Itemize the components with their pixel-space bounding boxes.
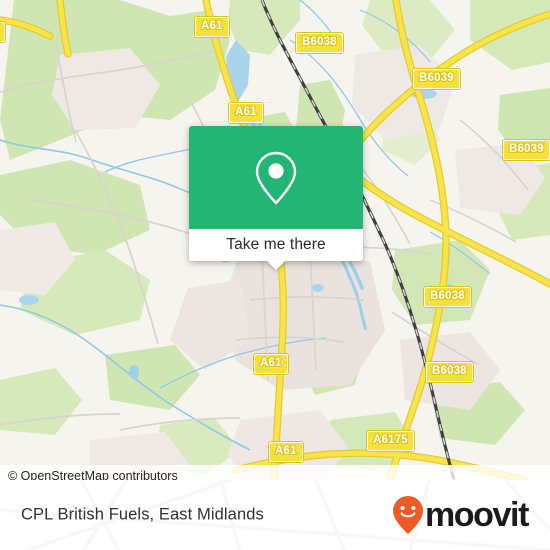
footer-bar: CPL British Fuels, East Midlands moovit [0,480,550,550]
road-shield-b6038: B6038 [425,361,474,383]
road-shield-a61: A61 [268,441,304,463]
openstreetmap-attribution[interactable]: © OpenStreetMap contributors [0,469,178,480]
poi-card-action-bar[interactable]: Take me there [189,229,363,270]
poi-card-pointer [266,260,286,270]
road-shield-2: 2 [0,21,6,43]
road-shield-a61: A61 [194,16,230,38]
map-canvas[interactable]: 2 A61 B6038 B6039 A61 B6039 B6038 A61 B6038 A6175… [0,0,550,480]
poi-popup-card[interactable]: Take me there [189,126,363,270]
poi-card-header [189,126,363,229]
take-me-there-button[interactable]: Take me there [226,236,326,254]
map-attribution-bar: © OpenStreetMap contributors [0,465,550,480]
road-shield-a61: A61 [228,102,264,124]
moovit-logo[interactable]: moovit [392,495,529,535]
road-shield-b6039: B6039 [412,68,461,90]
moovit-wordmark: moovit [424,496,529,534]
road-shield-a61: A61 [253,353,289,375]
map-pin-icon [255,151,297,205]
road-shield-b6039: B6039 [502,139,550,161]
road-shield-a6175: A6175 [366,430,415,452]
road-shield-b6038: B6038 [423,286,472,308]
moovit-smiley-pin-icon [392,496,423,534]
screenshot-root: 2 A61 B6038 B6039 A61 B6039 B6038 A61 B6038 A6175… [0,0,550,550]
road-shield-b6038: B6038 [295,32,344,54]
location-title: CPL British Fuels, East Midlands [21,505,264,524]
